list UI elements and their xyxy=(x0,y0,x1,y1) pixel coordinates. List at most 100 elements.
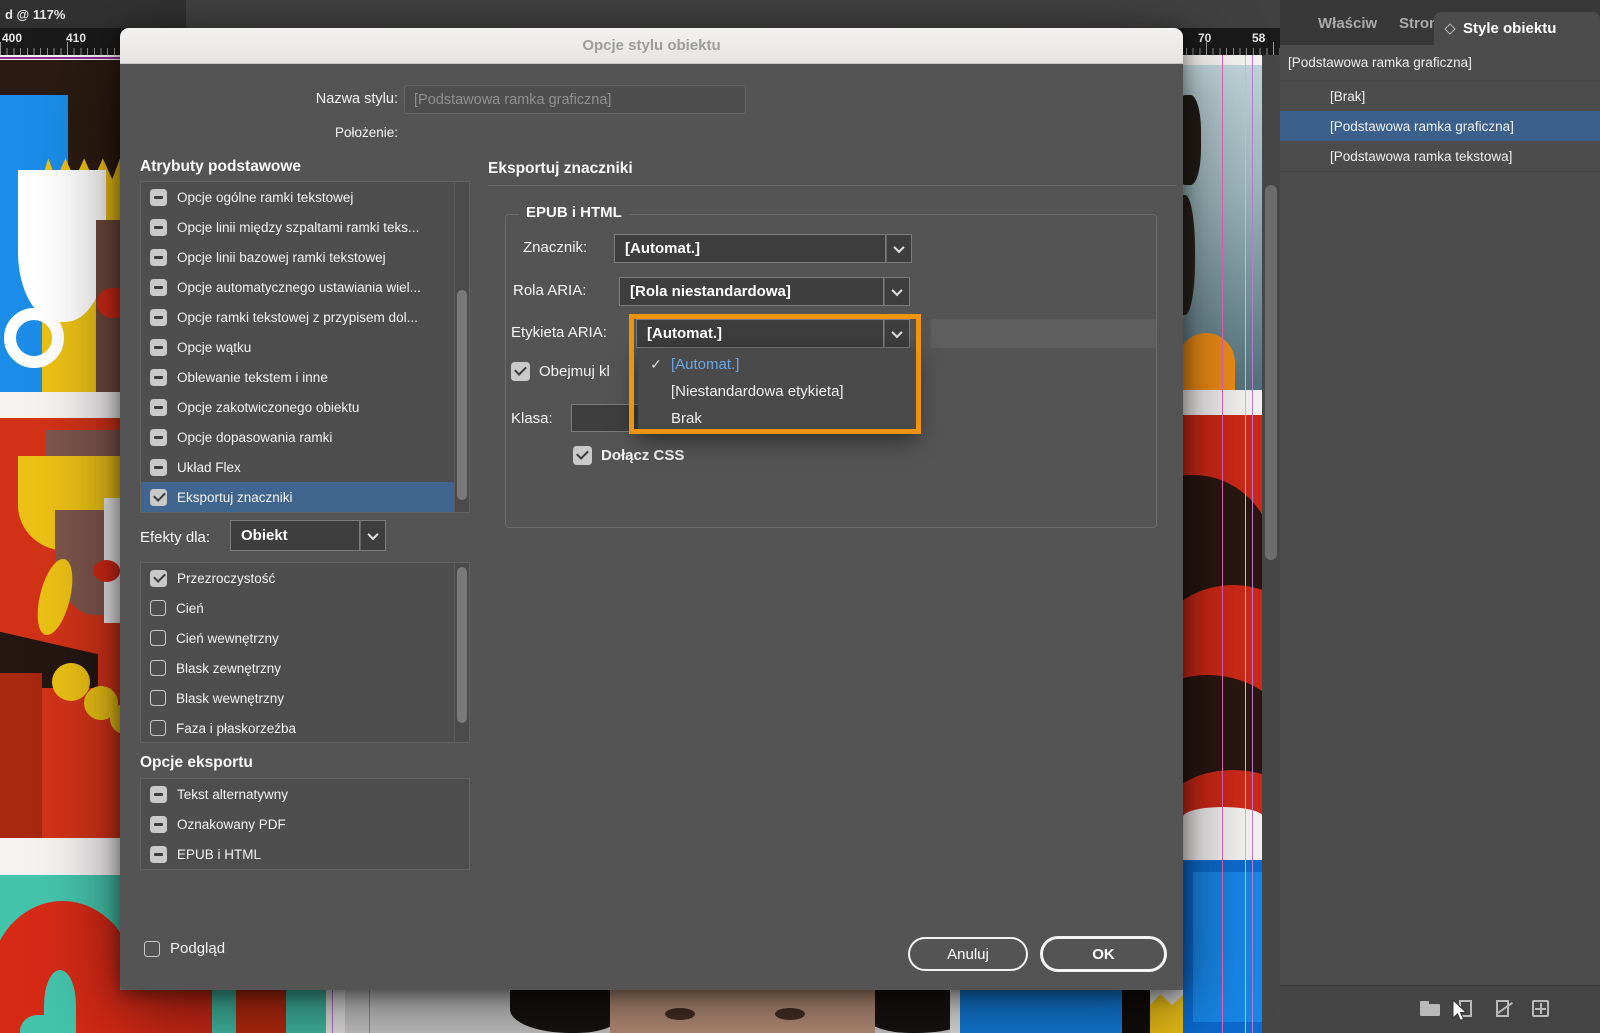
checked-checkbox-icon[interactable] xyxy=(511,362,530,381)
chevron-down-icon[interactable] xyxy=(886,234,912,263)
aria-label-dropdown[interactable]: [Automat.] xyxy=(636,319,910,348)
list-item[interactable]: Układ Flex xyxy=(141,452,469,482)
style-item-basic-graphics-frame[interactable]: [Podstawowa ramka graficzna] xyxy=(1280,111,1600,141)
partial-checkbox-icon[interactable] xyxy=(150,368,167,386)
list-item[interactable]: Oblewanie tekstem i inne xyxy=(141,362,469,392)
list-item[interactable]: Cień wewnętrzny xyxy=(141,623,469,653)
list-item[interactable]: Blask zewnętrzny xyxy=(141,653,469,683)
list-item[interactable]: Opcje ogólne ramki tekstowej xyxy=(141,182,469,212)
partial-checkbox-icon[interactable] xyxy=(150,428,167,446)
list-item[interactable]: Opcje linii między szpaltami ramki teks.… xyxy=(141,212,469,242)
export-tagging-header: Eksportuj znaczniki xyxy=(488,160,633,177)
list-item[interactable]: Opcje linii bazowej ramki tekstowej xyxy=(141,242,469,272)
document-tab[interactable]: d @ 117% xyxy=(0,0,186,28)
guide-vertical[interactable] xyxy=(332,990,333,1033)
app-titlebar: d @ 117% xyxy=(0,0,1280,28)
panel-bottombar xyxy=(1280,985,1600,1033)
style-item-basic-text-frame[interactable]: [Podstawowa ramka tekstowa] xyxy=(1280,141,1600,172)
chevron-down-icon[interactable] xyxy=(884,277,910,306)
tag-dropdown[interactable]: [Automat.] xyxy=(614,234,912,263)
list-item[interactable]: Opcje dopasowania ramki xyxy=(141,422,469,452)
list-scrollbar[interactable] xyxy=(454,563,469,742)
dialog-titlebar[interactable]: Opcje stylu obiektu xyxy=(120,28,1183,64)
list-item[interactable]: Blask wewnętrzny xyxy=(141,683,469,713)
document-title: d @ 117% xyxy=(5,6,66,22)
guide-vertical[interactable] xyxy=(1222,55,1223,1033)
menu-item-custom-label[interactable]: [Niestandardowa etykieta] xyxy=(638,378,916,405)
aria-role-value: [Rola niestandardowa] xyxy=(630,283,791,300)
ruler-label: 70 xyxy=(1198,31,1212,45)
list-item[interactable]: Opcje zakotwiczonego obiektu xyxy=(141,392,469,422)
artwork-poster-1 xyxy=(0,60,120,392)
checked-checkbox-icon[interactable] xyxy=(150,488,167,506)
ruler-label: 410 xyxy=(66,31,87,45)
document-scrollbar-thumb[interactable] xyxy=(1265,185,1277,560)
current-style-field[interactable]: [Podstawowa ramka graficzna] xyxy=(1280,45,1600,81)
aria-label-text-input[interactable] xyxy=(931,319,1156,348)
list-scrollbar-thumb[interactable] xyxy=(457,290,467,500)
tab-object-styles[interactable]: Style obiektu xyxy=(1434,12,1600,45)
list-item[interactable]: Oznakowany PDF xyxy=(141,809,469,839)
guide-horizontal[interactable] xyxy=(0,57,120,59)
partial-checkbox-icon[interactable] xyxy=(150,815,167,833)
list-item[interactable]: Tekst alternatywny xyxy=(141,779,469,809)
list-item[interactable]: Opcje ramki tekstowej z przypisem dol... xyxy=(141,302,469,332)
create-new-style-icon[interactable] xyxy=(1531,1000,1553,1018)
include-css-checkbox-row[interactable]: Dołącz CSS xyxy=(573,446,684,465)
list-item[interactable]: Przezroczystość xyxy=(141,563,469,593)
chevron-down-icon[interactable] xyxy=(360,520,386,551)
list-item[interactable]: Opcje automatycznego ustawiania wiel... xyxy=(141,272,469,302)
effects-for-dropdown[interactable]: Obiekt xyxy=(230,520,386,551)
preview-checkbox-row[interactable]: Podgląd xyxy=(144,940,225,957)
ok-button[interactable]: OK xyxy=(1040,936,1167,972)
tab-properties[interactable]: Właściw xyxy=(1318,15,1377,32)
empty-checkbox-icon[interactable] xyxy=(150,660,166,676)
menu-item-none[interactable]: Brak xyxy=(638,405,916,432)
checked-checkbox-icon[interactable] xyxy=(573,446,592,465)
new-style-group-folder-icon[interactable] xyxy=(1420,1000,1442,1018)
list-item-export-tagging[interactable]: Eksportuj znaczniki xyxy=(141,482,455,512)
guide-vertical[interactable] xyxy=(1252,55,1253,1033)
partial-checkbox-icon[interactable] xyxy=(150,845,167,863)
page-area-left xyxy=(0,55,120,1033)
empty-checkbox-icon[interactable] xyxy=(150,690,166,706)
effects-for-value: Obiekt xyxy=(241,527,288,544)
style-name-input[interactable]: [Podstawowa ramka graficzna] xyxy=(404,85,746,114)
include-css-label: Dołącz CSS xyxy=(601,447,685,464)
document-scrollbar[interactable] xyxy=(1262,55,1280,1033)
preview-label: Podgląd xyxy=(170,940,226,957)
partial-checkbox-icon[interactable] xyxy=(150,785,167,803)
empty-checkbox-icon[interactable] xyxy=(144,940,160,957)
list-item[interactable]: Cień xyxy=(141,593,469,623)
empty-checkbox-icon[interactable] xyxy=(150,600,166,616)
chevron-down-icon[interactable] xyxy=(884,319,910,348)
partial-checkbox-icon[interactable] xyxy=(150,218,167,236)
partial-checkbox-icon[interactable] xyxy=(150,248,167,266)
partial-checkbox-icon[interactable] xyxy=(150,398,167,416)
style-item-none[interactable]: [Brak] xyxy=(1280,81,1600,111)
artwork-poster-3 xyxy=(0,875,120,1033)
partial-checkbox-icon[interactable] xyxy=(150,278,167,296)
checked-checkbox-icon[interactable] xyxy=(150,569,167,587)
partial-checkbox-icon[interactable] xyxy=(150,308,167,326)
list-item[interactable]: Opcje wątku xyxy=(141,332,469,362)
list-scrollbar-thumb[interactable] xyxy=(457,567,467,723)
cancel-button[interactable]: Anuluj xyxy=(908,937,1028,971)
aria-label-value: [Automat.] xyxy=(647,325,722,342)
list-scrollbar[interactable] xyxy=(454,182,469,512)
empty-checkbox-icon[interactable] xyxy=(150,630,166,646)
include-classes-checkbox-row[interactable]: Obejmuj kl xyxy=(511,362,610,381)
partial-checkbox-icon[interactable] xyxy=(150,338,167,356)
menu-item-automatic[interactable]: ✓ [Automat.] xyxy=(638,351,916,378)
clear-attributes-icon[interactable] xyxy=(1494,1000,1516,1018)
empty-checkbox-icon[interactable] xyxy=(150,720,166,736)
list-item[interactable]: EPUB i HTML xyxy=(141,839,469,869)
partial-checkbox-icon[interactable] xyxy=(150,458,167,476)
aria-role-dropdown[interactable]: [Rola niestandardowa] xyxy=(619,277,910,306)
guide-vertical[interactable] xyxy=(369,990,370,1033)
list-item[interactable]: Faza i płaskorzeźba xyxy=(141,713,469,743)
section-divider xyxy=(488,185,1176,186)
partial-checkbox-icon[interactable] xyxy=(150,188,167,206)
basic-attributes-list: Opcje ogólne ramki tekstowej Opcje linii… xyxy=(140,181,470,513)
guide-vertical[interactable] xyxy=(1245,55,1246,1033)
